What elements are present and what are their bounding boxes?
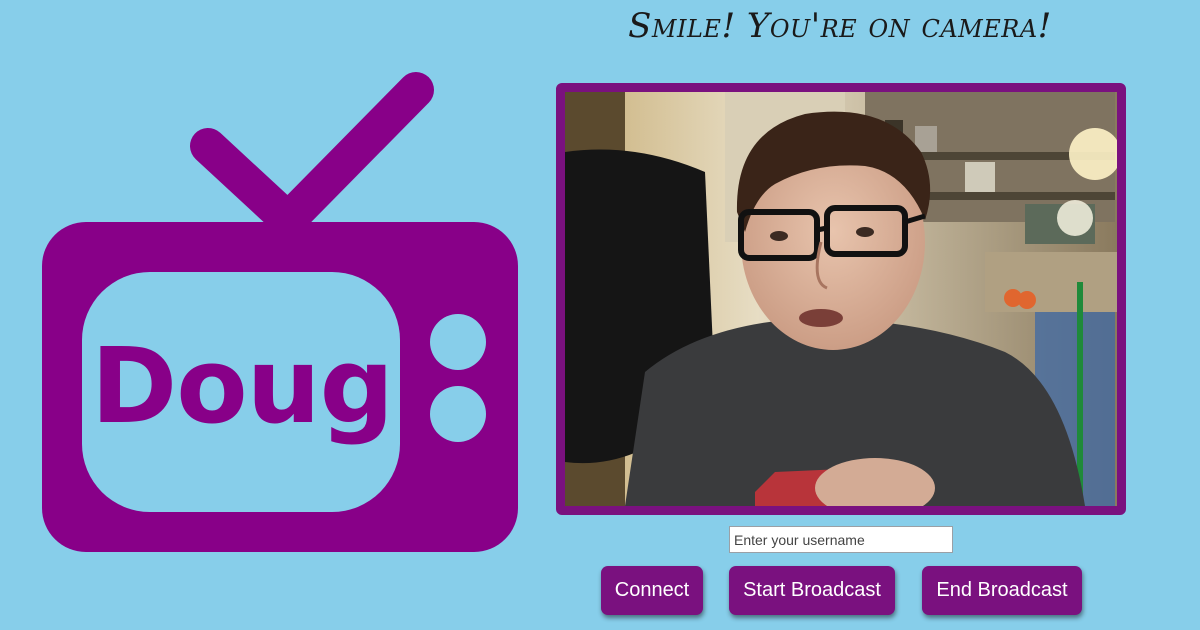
- webcam-feed-image: [565, 92, 1117, 506]
- start-broadcast-button[interactable]: Start Broadcast: [729, 566, 895, 615]
- tv-logo: Doug: [20, 60, 540, 570]
- tv-icon: Doug: [42, 72, 518, 552]
- username-input[interactable]: [729, 526, 953, 553]
- broadcast-page: Doug Smile! You're on camera! Enter your…: [0, 0, 1200, 630]
- video-preview: [556, 83, 1126, 515]
- connect-button[interactable]: Connect: [601, 566, 703, 615]
- logo-text: Doug: [91, 325, 393, 447]
- page-title: Smile! You're on camera!: [628, 6, 1052, 46]
- end-broadcast-button[interactable]: End Broadcast: [922, 566, 1082, 615]
